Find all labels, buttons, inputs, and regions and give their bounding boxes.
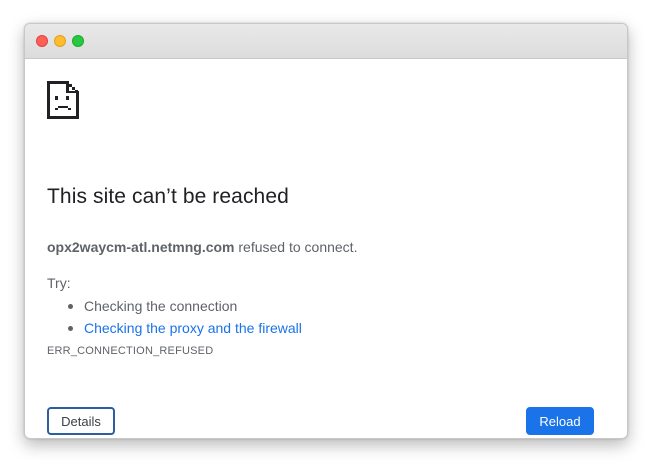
suggestion-proxy-firewall-link[interactable]: Checking the proxy and the firewall: [84, 320, 302, 336]
error-description: opx2waycm-atl.netmng.com refused to conn…: [47, 239, 357, 255]
list-item: Checking the proxy and the firewall: [47, 317, 302, 339]
sad-page-icon: [47, 81, 79, 119]
bullet-icon: [68, 304, 73, 309]
host-name: opx2waycm-atl.netmng.com: [47, 239, 235, 255]
try-label: Try:: [47, 275, 71, 291]
error-heading: This site can’t be reached: [47, 185, 289, 208]
minimize-window-button[interactable]: [54, 35, 66, 47]
details-button[interactable]: Details: [47, 407, 115, 435]
maximize-window-button[interactable]: [72, 35, 84, 47]
close-window-button[interactable]: [36, 35, 48, 47]
host-suffix: refused to connect.: [234, 239, 358, 255]
suggestions-list: Checking the connection Checking the pro…: [47, 295, 302, 339]
title-bar[interactable]: [25, 24, 627, 59]
browser-window: This site can’t be reached opx2waycm-atl…: [24, 23, 628, 439]
list-item: Checking the connection: [47, 295, 302, 317]
error-page: This site can’t be reached opx2waycm-atl…: [25, 59, 627, 438]
bullet-icon: [68, 326, 73, 331]
reload-button[interactable]: Reload: [526, 407, 594, 435]
suggestion-check-connection: Checking the connection: [84, 298, 238, 314]
error-code: ERR_CONNECTION_REFUSED: [47, 345, 214, 357]
